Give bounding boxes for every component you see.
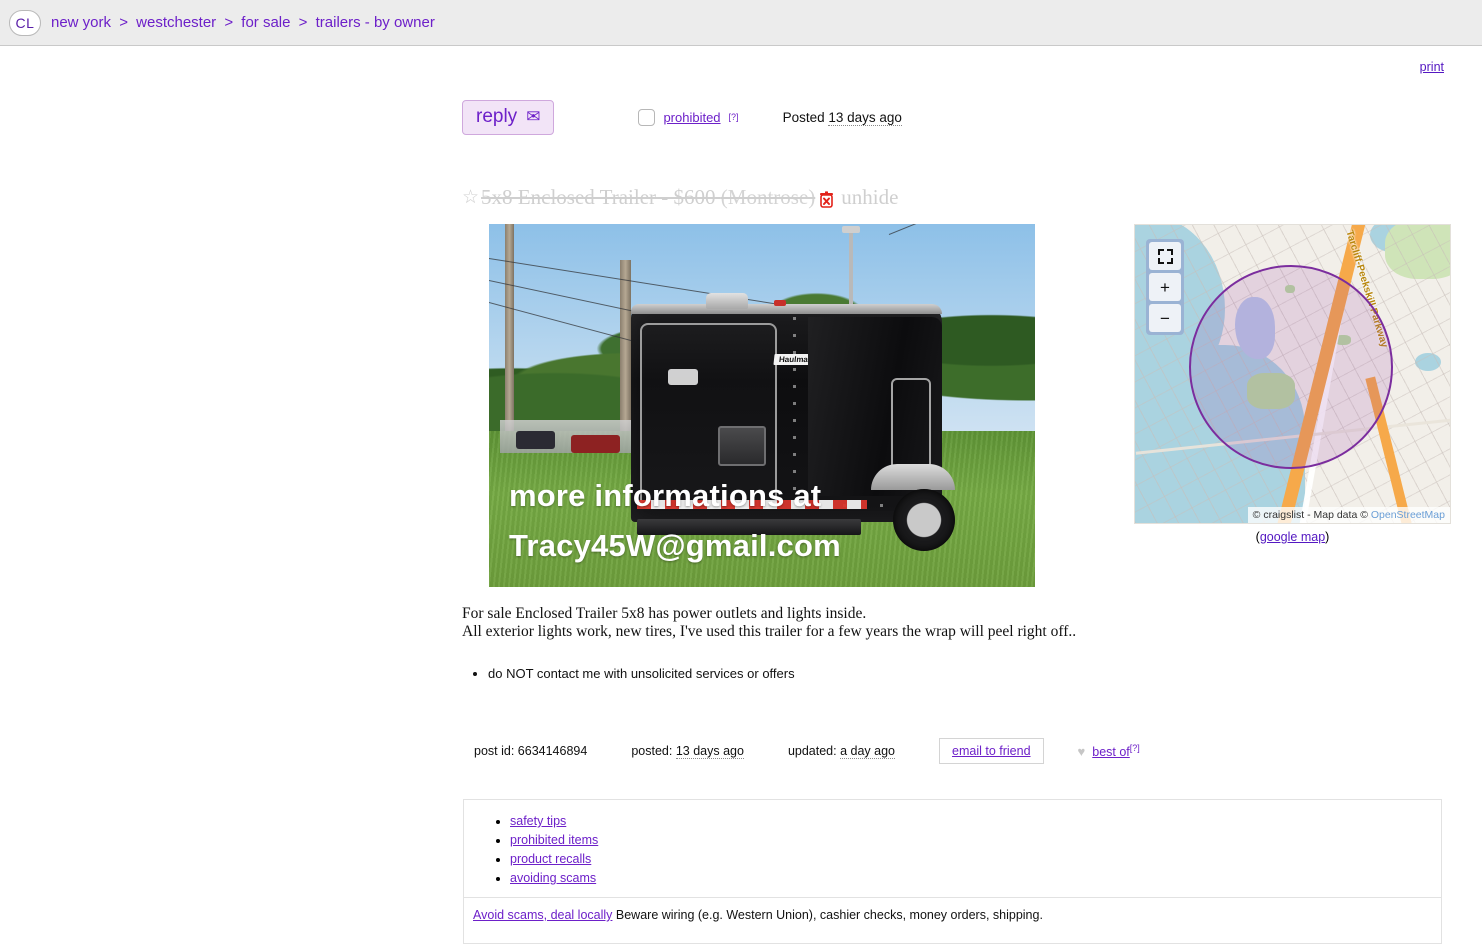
footer-warning: Avoid scams, deal locally Beware wiring … [473, 908, 1043, 922]
breadcrumb-item-category[interactable]: for sale [241, 14, 290, 31]
photo-car [516, 430, 555, 450]
posting-body-line2: All exterior lights work, new tires, I'v… [462, 623, 1077, 640]
breadcrumb-item-city[interactable]: new york [51, 14, 111, 31]
breadcrumb-separator: > [119, 14, 128, 31]
map-zoom-out-button[interactable]: − [1149, 304, 1181, 332]
photo-watermark-line2: Tracy45W@gmail.com [509, 528, 841, 563]
posting-title-row: ☆ 5x8 Enclosed Trailer - $600 (Montrose)… [462, 185, 898, 210]
map-fullscreen-button[interactable] [1149, 242, 1181, 270]
footer-link-prohibited-items[interactable]: prohibited items [510, 833, 598, 847]
posting-title-text: 5x8 Enclosed Trailer - $600 [481, 185, 716, 209]
best-of-group: ♥ best of[?] [1078, 743, 1140, 759]
posting-body-line1: For sale Enclosed Trailer 5x8 has power … [462, 605, 867, 622]
list-item: safety tips [510, 812, 1441, 831]
breadcrumb: new york > westchester > for sale > trai… [51, 14, 435, 31]
google-map-paren-close: ) [1325, 530, 1330, 544]
openstreetmap-link[interactable]: OpenStreetMap [1371, 509, 1445, 521]
avoid-scams-link[interactable]: Avoid scams, deal locally [473, 908, 612, 922]
posting-infos: post id: 6634146894 posted: 13 days ago … [474, 738, 1140, 764]
footer-link-product-recalls[interactable]: product recalls [510, 852, 591, 866]
map-attribution: © craigslist - Map data © OpenStreetMap [1247, 507, 1450, 523]
photo-vent-panel [718, 425, 767, 466]
breadcrumb-separator: > [224, 14, 234, 31]
map-controls: + − [1146, 239, 1184, 335]
page-title: 5x8 Enclosed Trailer - $600 (Montrose) [481, 185, 815, 210]
site-header: CL new york > westchester > for sale > t… [0, 0, 1482, 46]
post-id-value: 6634146894 [517, 744, 588, 758]
prohibited-help-icon[interactable]: [?] [729, 112, 739, 122]
footer-link-safety-tips[interactable]: safety tips [510, 814, 566, 828]
list-item: prohibited items [510, 831, 1441, 850]
breadcrumb-item-region[interactable]: westchester [136, 14, 216, 31]
photo-car [570, 434, 621, 453]
breadcrumb-item-subcategory[interactable]: trailers - by owner [316, 14, 435, 31]
posted-date-label: posted: [631, 744, 673, 758]
posted-date-value: 13 days ago [675, 744, 744, 759]
updated-date-value: a day ago [840, 744, 896, 759]
envelope-icon: ✉ [526, 107, 541, 126]
prohibited-link[interactable]: prohibited [663, 110, 720, 125]
posting-body: For sale Enclosed Trailer 5x8 has power … [462, 605, 1122, 641]
location-map[interactable]: Tarcliff-Peekskill Parkway + − © craigsl… [1134, 224, 1451, 524]
posted-date: posted: 13 days ago [631, 744, 744, 759]
reply-button-label: reply [476, 105, 518, 127]
updated-date-label: updated: [787, 744, 837, 758]
star-icon[interactable]: ☆ [462, 186, 479, 209]
email-to-friend-label: email to friend [952, 744, 1031, 758]
post-id: post id: 6634146894 [474, 744, 587, 758]
posting-notices: do NOT contact me with unsolicited servi… [462, 666, 795, 681]
list-item: avoiding scams [510, 869, 1441, 888]
best-of-link[interactable]: best of [1092, 745, 1130, 759]
posting-photo[interactable]: Haulmark more informations at Tracy45W@g… [489, 224, 1035, 587]
photo-emblem-decal [668, 369, 699, 386]
best-of-help-icon[interactable]: [?] [1130, 743, 1140, 753]
footer-divider [464, 897, 1441, 898]
map-zoom-in-button[interactable]: + [1149, 273, 1181, 301]
posting-toolbar: reply ✉ prohibited [?] Posted 13 days ag… [462, 95, 1442, 139]
footer-link-avoiding-scams[interactable]: avoiding scams [510, 871, 596, 885]
google-map-row: (google map) [1134, 530, 1451, 544]
heart-icon[interactable]: ♥ [1078, 744, 1086, 759]
posted-age-prefix: Posted [782, 109, 825, 125]
footer-warning-text: Beware wiring (e.g. Western Union), cash… [612, 908, 1043, 922]
trash-x-icon[interactable] [819, 189, 834, 208]
reply-button[interactable]: reply ✉ [462, 99, 555, 135]
photo-watermark-line1: more informations at [509, 478, 822, 513]
map-location-radius [1189, 265, 1393, 469]
email-to-friend-button[interactable]: email to friend [939, 738, 1044, 764]
prohibited-flag-group: prohibited [?] [638, 108, 739, 126]
list-item: do NOT contact me with unsolicited servi… [488, 666, 795, 681]
updated-date: updated: a day ago [787, 744, 896, 759]
list-item: product recalls [510, 850, 1441, 869]
photo-watermark: more informations at Tracy45W@gmail.com [509, 471, 1025, 571]
photo-marker-light [774, 299, 787, 306]
photo-roof-vent [705, 292, 748, 309]
craigslist-logo[interactable]: CL [9, 9, 41, 36]
posting-footer: safety tips prohibited items product rec… [463, 799, 1442, 944]
fullscreen-icon [1157, 248, 1173, 264]
breadcrumb-separator: > [298, 14, 308, 31]
posted-age-value: 13 days ago [828, 109, 902, 126]
photo-trailer-roof-trim [630, 303, 943, 314]
posted-age: Posted 13 days ago [782, 109, 902, 126]
google-map-link[interactable]: google map [1260, 530, 1325, 544]
print-link[interactable]: print [1420, 60, 1444, 74]
posting-location: (Montrose) [720, 185, 816, 209]
post-id-label: post id: [474, 744, 515, 758]
unhide-label[interactable]: unhide [841, 185, 898, 210]
prohibited-checkbox[interactable] [638, 108, 656, 126]
footer-link-list: safety tips prohibited items product rec… [464, 800, 1441, 888]
map-attribution-text: © craigslist - Map data © [1252, 509, 1371, 521]
